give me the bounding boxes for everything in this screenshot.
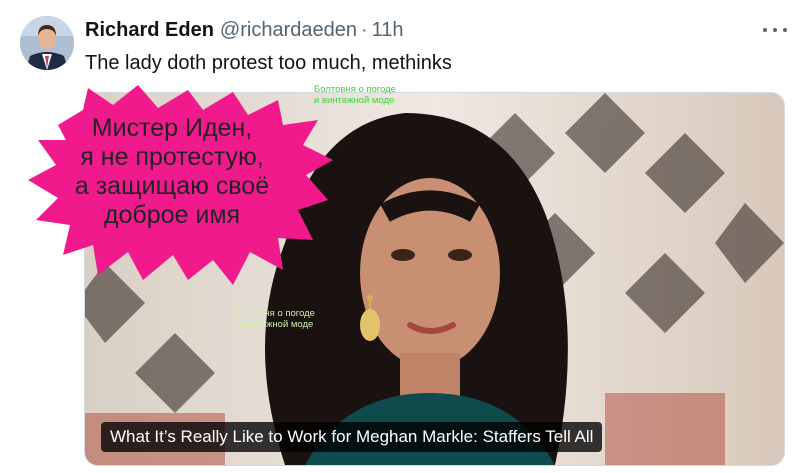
tweet-time[interactable]: 11h — [372, 19, 404, 41]
watermark-middle: Болтовня о погоде и винтажной моде — [233, 308, 315, 330]
speech-line-3: а защищаю своё — [74, 172, 270, 200]
avatar[interactable] — [20, 16, 74, 70]
speech-line-4: доброе имя — [103, 201, 241, 229]
more-dots-icon[interactable] — [763, 22, 787, 38]
author-name[interactable]: Richard Eden — [85, 19, 214, 41]
speech-line-2: я не протестую, — [80, 143, 264, 171]
separator: · — [360, 19, 368, 41]
speech-bubble-text: Мистер Иден, я не протестую, а защищаю с… — [52, 114, 292, 230]
watermark-line-1: Болтовня о погоде — [233, 308, 315, 319]
tweet-text: The lady doth protest too much, methinks — [85, 52, 452, 74]
author-handle[interactable]: @richardaeden — [220, 19, 357, 41]
speech-line-1: Мистер Иден, — [91, 114, 253, 142]
tweet-header: Richard Eden @richardaeden · 11h — [85, 17, 404, 43]
avatar-image — [20, 16, 74, 70]
media-caption: What It’s Really Like to Work for Meghan… — [101, 422, 603, 452]
watermark-line-2: и винтажной моде — [233, 319, 314, 330]
